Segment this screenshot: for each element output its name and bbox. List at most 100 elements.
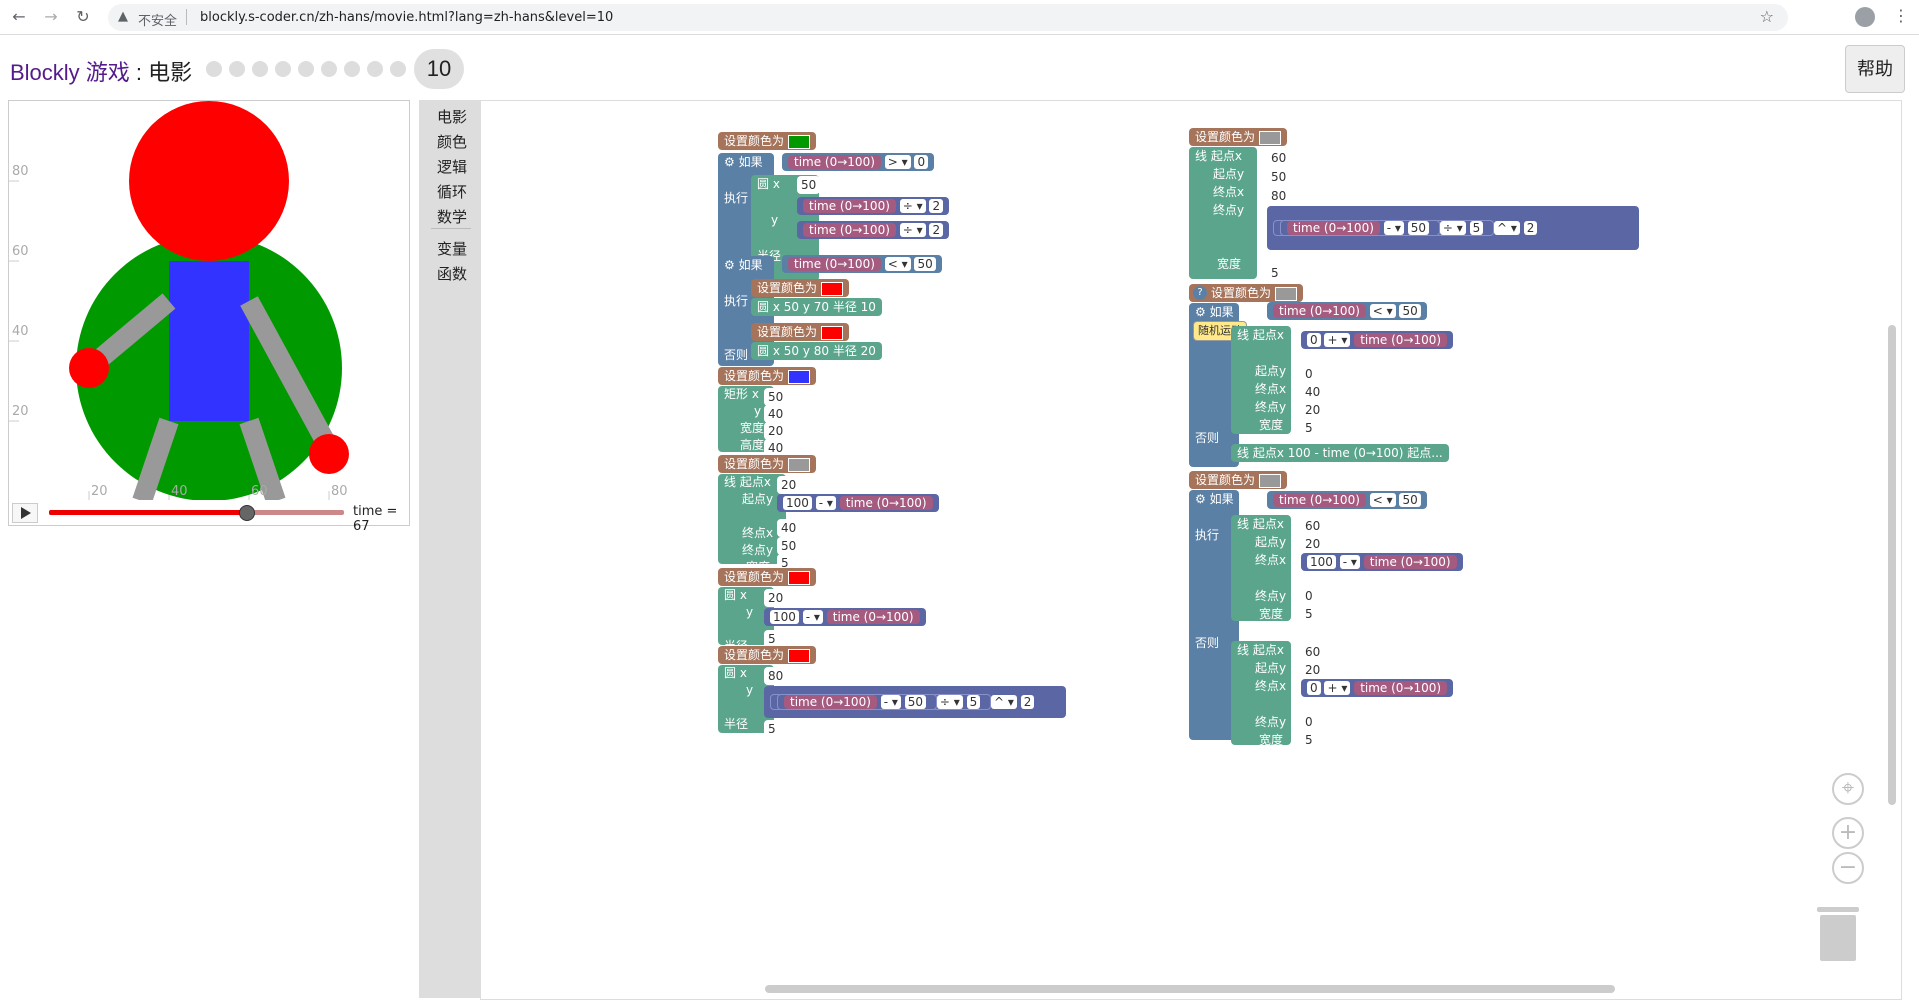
address-bar[interactable]: ▲ 不安全 blockly.s-coder.cn/zh-hans/movie.h… [108, 4, 1788, 31]
time-block[interactable]: time (0→100) [839, 496, 933, 510]
color-swatch-gray[interactable] [1274, 286, 1297, 301]
op-dropdown[interactable]: - ▾ [802, 610, 823, 624]
help-button[interactable]: 帮助 [1845, 45, 1905, 93]
number-field[interactable]: 100 [1307, 555, 1336, 569]
vertical-scrollbar[interactable] [1888, 325, 1896, 805]
toolbox-category-functions[interactable]: 函数 [437, 263, 467, 284]
set-color-block[interactable]: 设置颜色为 [718, 132, 816, 150]
number-field[interactable]: 80 [764, 667, 788, 685]
set-color-block[interactable]: 设置颜色为 [718, 646, 816, 664]
number-field[interactable]: 60 [1267, 149, 1291, 167]
number-field[interactable]: 2 [929, 223, 944, 237]
op-dropdown[interactable]: < ▾ [1369, 304, 1396, 318]
compare-block[interactable]: time (0→100) < ▾ 50 [1267, 491, 1427, 509]
toolbox-category-color[interactable]: 颜色 [437, 131, 467, 152]
set-color-block[interactable]: 设置颜色为 [751, 323, 849, 341]
number-field[interactable]: 0 [1301, 587, 1317, 605]
color-swatch-red[interactable] [787, 570, 810, 585]
line-block[interactable]: 线 起点x 起点y 终点x 终点y 宽度 [1189, 147, 1257, 279]
number-field[interactable]: 50 [1399, 493, 1421, 507]
number-field[interactable]: 50 [777, 537, 801, 555]
power-block[interactable]: time (0→100) - ▾ 50 ÷ ▾ 5 ^ ▾ 2 [764, 686, 1066, 718]
op-dropdown[interactable]: < ▾ [1369, 493, 1396, 507]
reload-icon[interactable]: ↻ [72, 6, 94, 28]
op-dropdown[interactable]: ÷ ▾ [936, 695, 963, 709]
kebab-menu-icon[interactable]: ⋮ [1893, 6, 1909, 25]
help-question-icon[interactable]: ? [1193, 286, 1207, 300]
level-dot-9[interactable] [390, 61, 406, 77]
number-field[interactable]: 5 [1301, 731, 1317, 749]
level-dot-2[interactable] [229, 61, 245, 77]
color-swatch-red[interactable] [820, 281, 843, 296]
toolbox-category-variables[interactable]: 变量 [437, 238, 467, 259]
time-block[interactable]: time (0→100) [788, 257, 881, 271]
time-block[interactable]: time (0→100) [784, 695, 877, 709]
number-field[interactable]: 0 [1307, 333, 1321, 347]
arithmetic-block[interactable]: time (0→100) ÷ ▾ 2 [797, 197, 950, 215]
number-field[interactable]: 50 [797, 176, 821, 194]
number-field[interactable]: 50 [1407, 221, 1429, 235]
time-block[interactable]: time (0→100) [1273, 304, 1366, 318]
number-field[interactable]: 60 [1301, 517, 1325, 535]
circle-block-collapsed[interactable]: 圆 x 50 y 80 半径 20 [751, 342, 882, 360]
op-dropdown[interactable]: + ▾ [1324, 681, 1351, 695]
number-field[interactable]: 50 [1267, 168, 1291, 186]
time-slider-knob[interactable] [239, 505, 255, 521]
time-block[interactable]: time (0→100) [788, 155, 881, 169]
number-field[interactable]: 50 [914, 257, 936, 271]
number-field[interactable]: 40 [764, 405, 788, 423]
number-field[interactable]: 5 [764, 720, 780, 738]
number-field[interactable]: 20 [764, 589, 788, 607]
set-color-block[interactable]: 设置颜色为 [1189, 128, 1287, 146]
time-block[interactable]: time (0→100) [1354, 681, 1448, 695]
arithmetic-block[interactable]: 0 + ▾ time (0→100) [1301, 679, 1454, 697]
arithmetic-block[interactable]: 100 - ▾ time (0→100) [777, 494, 939, 512]
op-dropdown[interactable]: ÷ ▾ [899, 199, 926, 213]
op-dropdown[interactable]: - ▾ [1383, 221, 1404, 235]
number-field[interactable]: 100 [783, 496, 812, 510]
color-swatch-green[interactable] [787, 134, 810, 149]
number-field[interactable]: 20 [777, 476, 801, 494]
op-dropdown[interactable]: ÷ ▾ [1439, 221, 1466, 235]
number-field[interactable]: 60 [1301, 643, 1325, 661]
gear-icon[interactable]: ⚙ [1195, 492, 1206, 506]
set-color-block[interactable]: 设置颜色为 [718, 367, 816, 385]
time-slider[interactable] [49, 505, 344, 521]
color-swatch-gray[interactable] [1258, 130, 1281, 145]
recenter-icon[interactable]: ⌖ [1832, 773, 1864, 805]
set-color-block[interactable]: 设置颜色为 [751, 279, 849, 297]
time-block[interactable]: time (0→100) [1354, 333, 1448, 347]
number-field[interactable]: 0 [1301, 713, 1317, 731]
arithmetic-block[interactable]: 100 - ▾ time (0→100) [764, 608, 926, 626]
gear-icon[interactable]: ⚙ [724, 155, 735, 169]
level-dot-8[interactable] [367, 61, 383, 77]
op-dropdown[interactable]: ÷ ▾ [899, 223, 926, 237]
url-text[interactable]: blockly.s-coder.cn/zh-hans/movie.html?la… [200, 10, 613, 25]
color-swatch-gray[interactable] [787, 457, 810, 472]
time-block[interactable]: time (0→100) [1287, 221, 1380, 235]
number-field[interactable]: 0 [1301, 365, 1317, 383]
block-workspace[interactable]: 设置颜色为 ⚙ 如果 执行 time (0→100) > ▾ 0 圆 x y 半… [480, 100, 1902, 1000]
power-block[interactable]: time (0→100) - ▾ 50 ÷ ▾ 5 ^ ▾ 2 [1267, 206, 1639, 250]
horizontal-scrollbar[interactable] [765, 985, 1615, 993]
op-dropdown[interactable]: - ▾ [1339, 555, 1360, 569]
zoom-in-icon[interactable]: + [1832, 817, 1864, 849]
line-block[interactable]: 线 起点x 起点y 终点x 终点y 宽度 [1231, 515, 1291, 621]
number-field[interactable]: 5 [1267, 264, 1283, 282]
number-field[interactable]: 50 [1399, 304, 1421, 318]
op-dropdown[interactable]: + ▾ [1324, 333, 1351, 347]
color-swatch-gray[interactable] [1258, 473, 1281, 488]
line-block-collapsed[interactable]: 线 起点x 100 - time (0→100) 起点... [1231, 444, 1449, 462]
number-field[interactable]: 80 [1267, 187, 1291, 205]
toolbox-category-loops[interactable]: 循环 [437, 181, 467, 202]
brand-link[interactable]: Blockly 游戏 [10, 60, 130, 85]
arithmetic-block[interactable]: time (0→100) ÷ ▾ 2 [797, 221, 950, 239]
set-color-block[interactable]: 设置颜色为 [718, 455, 816, 473]
number-field[interactable]: 5 [966, 695, 981, 709]
compare-block[interactable]: time (0→100) > ▾ 0 [782, 153, 935, 171]
number-field[interactable]: 5 [1301, 419, 1317, 437]
number-field[interactable]: 2 [1020, 695, 1035, 709]
level-dot-6[interactable] [321, 61, 337, 77]
line-block[interactable]: 线 起点x 起点y 终点x 终点y 宽度 [1231, 326, 1291, 434]
number-field[interactable]: 2 [929, 199, 944, 213]
